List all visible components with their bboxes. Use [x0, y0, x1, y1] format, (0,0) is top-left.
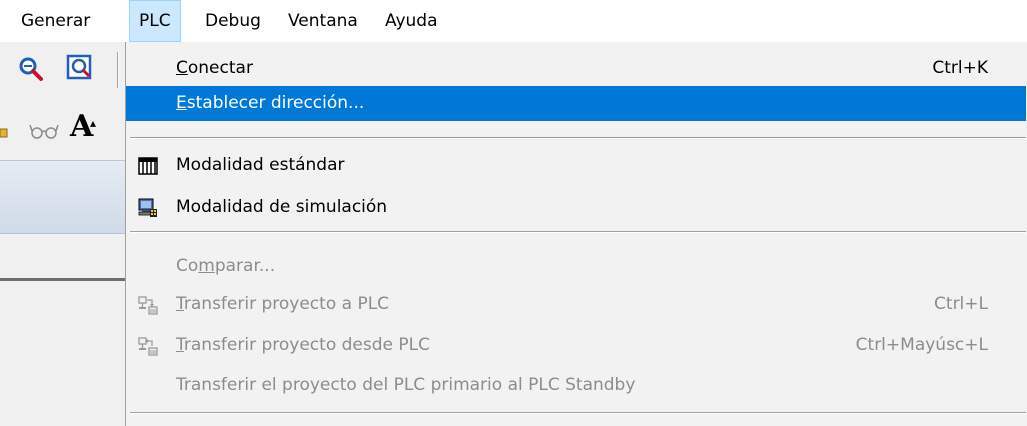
menu-separator-highlight	[130, 232, 1026, 233]
lock-icon[interactable]	[0, 124, 8, 138]
panel-area	[0, 234, 125, 280]
toolbar-separator-highlight	[118, 52, 119, 88]
transfer-to-plc-icon	[138, 296, 158, 315]
menu-item-shortcut: Ctrl+K	[932, 58, 988, 78]
menu-item-shortcut: Ctrl+L	[934, 294, 988, 314]
menu-item-label: Transferir proyecto a PLC	[176, 294, 390, 314]
menu-item-establecer-direccion[interactable]: Establecer dirección...	[126, 86, 1026, 121]
panel-header	[0, 160, 125, 234]
menu-item-label: Comparar...	[176, 256, 276, 276]
zoom-icon[interactable]	[18, 56, 44, 82]
transfer-from-plc-icon	[138, 337, 158, 356]
toolbar-row-2: A ▴	[0, 100, 125, 158]
menu-item-transferir-a-plc[interactable]: Transferir proyecto a PLC Ctrl+L	[126, 287, 1026, 322]
menu-generar[interactable]: Generar	[12, 0, 99, 42]
menu-ayuda[interactable]: Ayuda	[376, 0, 447, 42]
menu-item-modalidad-simulacion[interactable]: Modalidad de simulación	[126, 190, 1026, 225]
menu-plc[interactable]: PLC	[129, 0, 181, 42]
panel-divider	[0, 278, 125, 281]
menu-item-shortcut: Ctrl+Mayúsc+L	[855, 335, 988, 355]
menu-item-label: Transferir proyecto desde PLC	[176, 335, 430, 355]
glasses-icon[interactable]	[28, 122, 62, 140]
menu-item-label: Conectar	[176, 58, 253, 78]
simulation-mode-icon	[138, 198, 157, 217]
menu-item-label: Modalidad estándar	[176, 155, 345, 175]
menu-item-transferir-primario-standby[interactable]: Transferir el proyecto del PLC primario …	[126, 368, 1026, 403]
zoom-page-icon[interactable]	[66, 54, 94, 82]
menu-ventana[interactable]: Ventana	[279, 0, 367, 42]
panel-body	[0, 283, 125, 426]
menu-separator-highlight	[130, 413, 1026, 414]
menu-item-modalidad-estandar[interactable]: Modalidad estándar	[126, 148, 1026, 183]
menu-item-transferir-desde-plc[interactable]: Transferir proyecto desde PLC Ctrl+Mayús…	[126, 328, 1026, 363]
font-size-icon[interactable]: A ▴	[70, 110, 96, 144]
standard-mode-icon	[138, 157, 158, 175]
menu-separator-highlight	[130, 138, 1026, 139]
menu-bar: Generar PLC Debug Ventana Ayuda	[0, 0, 1027, 42]
menu-item-label: Modalidad de simulación	[176, 197, 388, 217]
plc-dropdown-menu: Conectar Ctrl+K Establecer dirección... …	[125, 42, 1027, 426]
menu-item-label: Establecer dirección...	[176, 93, 365, 113]
toolbar-row-1	[0, 42, 125, 96]
menu-debug[interactable]: Debug	[196, 0, 270, 42]
menu-item-label: Transferir el proyecto del PLC primario …	[176, 375, 636, 395]
menu-item-comparar[interactable]: Comparar...	[126, 249, 1026, 284]
menu-item-conectar[interactable]: Conectar Ctrl+K	[126, 51, 1026, 86]
